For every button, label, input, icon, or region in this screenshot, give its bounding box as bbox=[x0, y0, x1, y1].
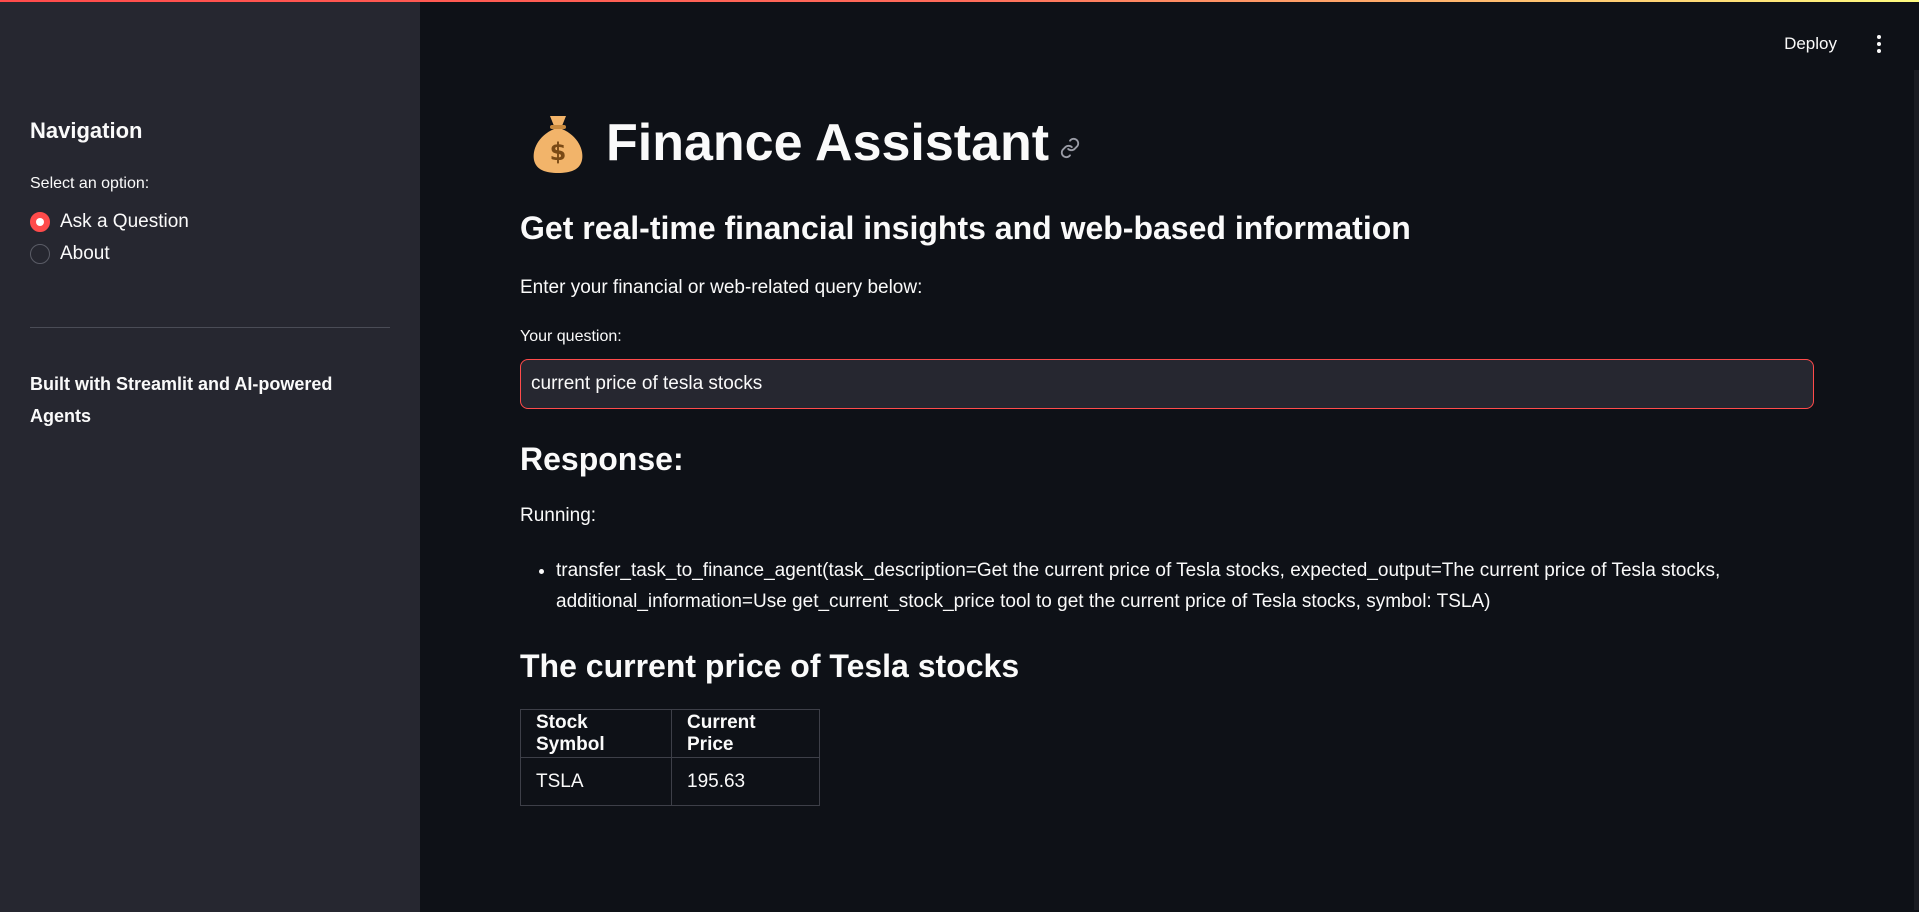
title-row: $ Finance Assistant bbox=[530, 112, 1081, 174]
page-subtitle: Get real-time financial insights and web… bbox=[520, 210, 1411, 246]
kebab-menu-icon[interactable] bbox=[1869, 32, 1889, 56]
radio-option-about[interactable]: About bbox=[30, 238, 189, 270]
sidebar-footer-text: Built with Streamlit and AI-powered Agen… bbox=[30, 374, 333, 426]
app-header: Deploy bbox=[1776, 30, 1889, 58]
sidebar: Navigation Select an option: Ask a Quest… bbox=[0, 0, 420, 912]
table-header-row: Stock Symbol Current Price bbox=[520, 709, 820, 758]
sidebar-divider bbox=[30, 327, 390, 328]
question-input[interactable] bbox=[520, 359, 1814, 409]
running-label: Running: bbox=[520, 505, 597, 526]
radio-unchecked-icon[interactable] bbox=[30, 244, 50, 264]
anchor-link-icon[interactable] bbox=[1059, 137, 1081, 159]
radio-group-label: Select an option: bbox=[30, 175, 150, 192]
question-input-label: Your question: bbox=[520, 328, 622, 345]
page-title: Finance Assistant bbox=[606, 114, 1050, 172]
list-item: transfer_task_to_finance_agent(task_desc… bbox=[556, 555, 1814, 617]
table-cell: 195.63 bbox=[671, 757, 820, 806]
radio-option-ask-question[interactable]: Ask a Question bbox=[30, 206, 189, 238]
task-list: transfer_task_to_finance_agent(task_desc… bbox=[520, 555, 1814, 617]
deploy-button[interactable]: Deploy bbox=[1776, 30, 1845, 58]
sidebar-heading: Navigation bbox=[30, 118, 143, 143]
money-bag-icon: $ bbox=[533, 116, 583, 173]
svg-text:$: $ bbox=[550, 138, 567, 166]
radio-option-label: About bbox=[60, 243, 110, 264]
table-row: TSLA 195.63 bbox=[520, 757, 820, 806]
radio-option-label: Ask a Question bbox=[60, 211, 189, 232]
table-header-cell: Current Price bbox=[671, 709, 820, 758]
result-heading: The current price of Tesla stocks bbox=[520, 648, 1020, 684]
top-decoration-bar bbox=[0, 0, 1919, 2]
stock-price-table: Stock Symbol Current Price TSLA 195.63 bbox=[520, 709, 820, 806]
table-cell: TSLA bbox=[520, 757, 672, 806]
response-heading: Response: bbox=[520, 441, 684, 477]
intro-text: Enter your financial or web-related quer… bbox=[520, 277, 923, 298]
scrollbar[interactable] bbox=[1914, 70, 1919, 910]
navigation-radio-group: Ask a Question About bbox=[30, 206, 189, 270]
radio-checked-icon[interactable] bbox=[30, 212, 50, 232]
table-header-cell: Stock Symbol bbox=[520, 709, 672, 758]
